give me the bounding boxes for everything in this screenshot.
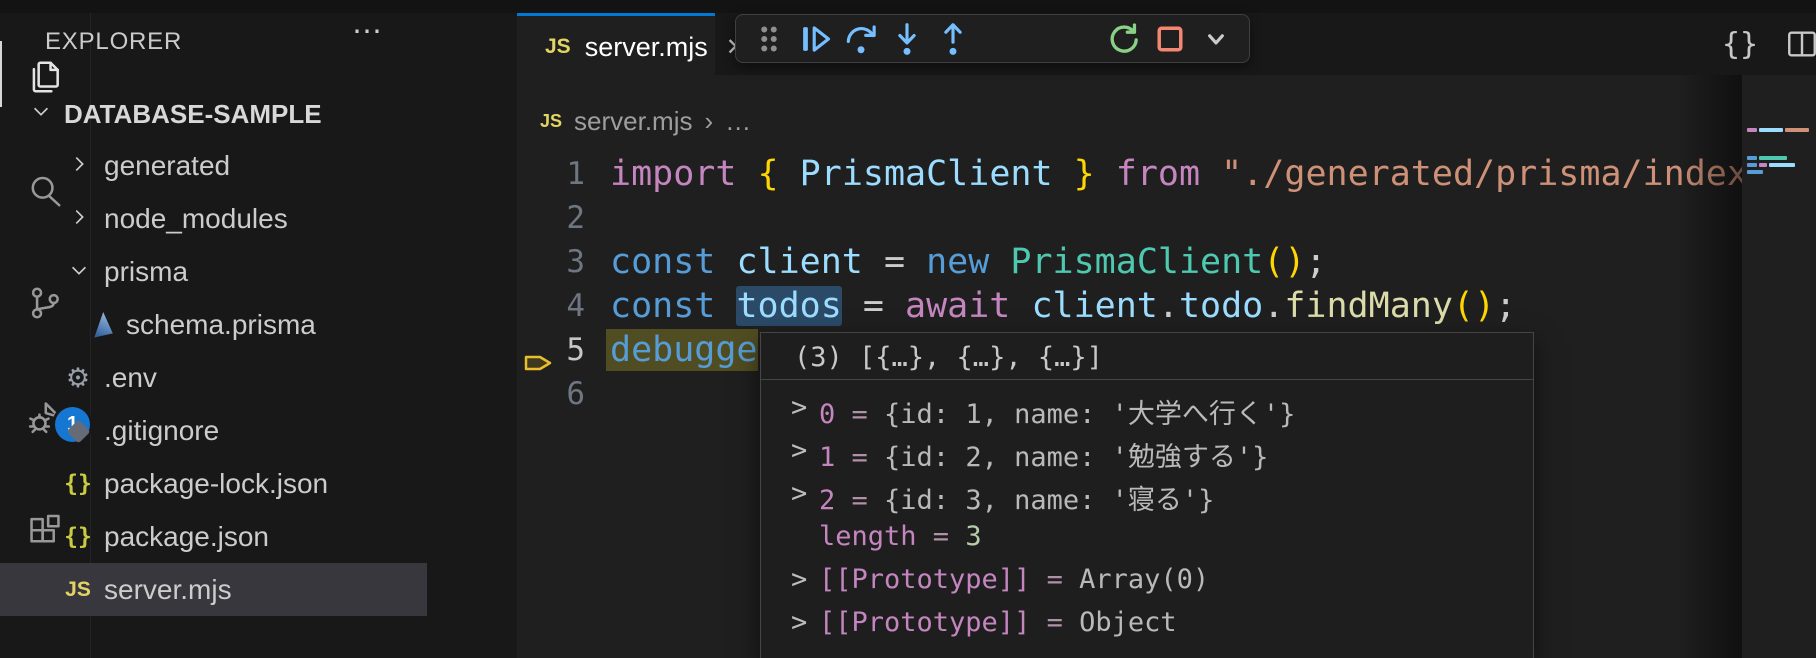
tree-item-prisma[interactable]: prisma [0,245,427,298]
line-number: 2 [517,196,585,240]
debug-toolbar[interactable] [735,14,1250,63]
breadcrumb-separator-icon: › [705,106,714,137]
prisma-icon [88,311,116,339]
tree-item-generated[interactable]: generated [0,139,427,192]
expand-chevron-icon[interactable]: > [791,392,807,423]
code-line-4[interactable]: 4const todos = await client.todo.findMan… [517,284,1816,328]
debug-step-over-icon[interactable] [838,17,884,61]
gear-icon: ⚙ [64,364,92,392]
debug-restart-icon[interactable] [1101,17,1147,61]
debug-step-out-icon[interactable] [930,17,976,61]
tab-label: server.mjs [585,32,708,63]
git-icon [64,417,92,445]
debug-chevron-down-icon[interactable] [1193,17,1239,61]
javascript-file-icon: JS [545,35,571,59]
code-line-3[interactable]: 3const client = new PrismaClient(); [517,240,1816,284]
line-number: 4 [517,284,585,328]
code-line-2[interactable]: 2 [517,196,1816,240]
debug-variable-row-1[interactable]: >1 = {id: 2, name: '勉強する'} [761,429,1533,472]
split-editor-icon[interactable] [1779,21,1816,67]
sidebar-header: EXPLORER ⋯ [0,20,427,60]
tab-server-mjs[interactable]: JS server.mjs ✕ [517,13,715,78]
debug-variable-row-Prototype[interactable]: >[[Prototype]] = Array(0) [761,558,1533,601]
minimap-shadow [1677,75,1742,658]
tree-item-server.mjs[interactable]: JSserver.mjs [0,563,427,616]
sticky-scroll-braces-icon[interactable]: {} [1717,21,1763,67]
tree-item-schema.prisma[interactable]: schema.prisma [0,298,427,351]
chevron-down-icon[interactable] [68,259,90,286]
breadcrumb-symbol[interactable]: … [725,106,751,137]
tree-item-.env[interactable]: ⚙.env [0,351,427,404]
breadcrumb-file[interactable]: server.mjs [574,106,692,137]
expand-chevron-icon[interactable]: > [791,607,807,638]
minimap[interactable] [1742,75,1816,658]
line-number: 3 [517,240,585,284]
debug-stop-icon[interactable] [1147,17,1193,61]
debug-gripper-icon[interactable] [746,17,792,61]
expand-chevron-icon[interactable]: > [791,564,807,595]
breadcrumb[interactable]: JS server.mjs › … [540,101,751,141]
chevron-right-icon[interactable] [68,206,90,233]
debug-variable-row-Prototype[interactable]: >[[Prototype]] = Object [761,601,1533,644]
json-icon: {} [64,523,92,551]
code-line-1[interactable]: 1import { PrismaClient } from "./generat… [517,152,1816,196]
tree-item-DATABASE-SAMPLE[interactable]: DATABASE-SAMPLE [0,86,427,139]
debug-value-popup[interactable]: (3) [{…}, {…}, {…}] >0 = {id: 1, name: '… [760,332,1534,658]
explorer-sidebar: EXPLORER ⋯ DATABASE-SAMPLEgeneratednode_… [0,0,427,645]
debug-variable-row-2[interactable]: >2 = {id: 3, name: '寝る'} [761,472,1533,515]
vscode-window: 1 EXPLORER ⋯ DATABASE-SAMPLEgeneratednod… [0,0,1816,658]
json-icon: {} [64,470,92,498]
debug-popup-header: (3) [{…}, {…}, {…}] [761,333,1533,380]
js-icon: JS [64,576,92,604]
debug-variable-row-length[interactable]: length = 3 [761,515,1533,558]
expand-chevron-icon[interactable]: > [791,478,807,509]
line-number: 1 [517,152,585,196]
expand-chevron-icon[interactable]: > [791,435,807,466]
sidebar-title: EXPLORER [45,28,182,56]
chevron-right-icon[interactable] [68,153,90,180]
title-bar-strip [0,0,1816,13]
tree-item-package-lock.json[interactable]: {}package-lock.json [0,457,427,510]
tree-item-package.json[interactable]: {}package.json [0,510,427,563]
tree-item-.gitignore[interactable]: .gitignore [0,404,427,457]
debug-step-into-icon[interactable] [884,17,930,61]
tree-item-node-modules[interactable]: node_modules [0,192,427,245]
more-actions-icon[interactable]: ⋯ [345,14,389,58]
debug-current-line-arrow-icon [522,349,556,382]
javascript-file-icon: JS [540,111,562,132]
debug-continue-icon[interactable] [792,17,838,61]
chevron-down-icon[interactable] [30,100,52,127]
debug-variable-row-0[interactable]: >0 = {id: 1, name: '大学へ行く'} [761,386,1533,429]
